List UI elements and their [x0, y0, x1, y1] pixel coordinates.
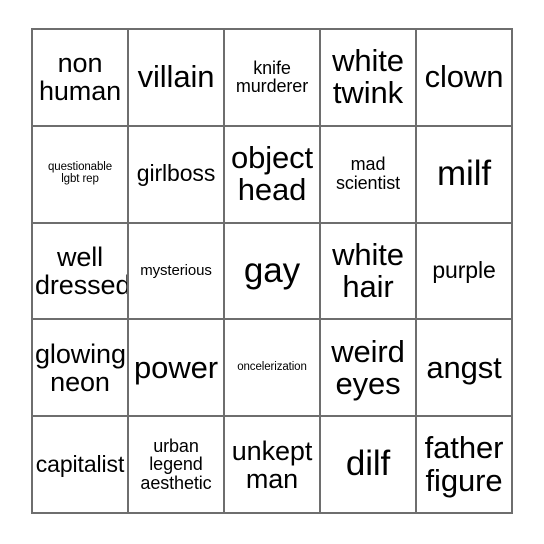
- bingo-cell-label: angst: [426, 349, 502, 385]
- bingo-cell-label: well dressed: [35, 241, 129, 300]
- bingo-cell-r1c2[interactable]: villain: [129, 30, 225, 127]
- bingo-cell-label: white hair: [332, 236, 404, 304]
- bingo-cell-r5c1[interactable]: capitalist: [33, 417, 129, 514]
- bingo-cell-label: knife murderer: [235, 57, 309, 97]
- bingo-cell-label: villain: [137, 59, 215, 95]
- bingo-cell-r3c4[interactable]: white hair: [321, 223, 417, 321]
- bingo-cell-r2c4[interactable]: mad scientist: [321, 126, 417, 224]
- bingo-cell-r3c5[interactable]: purple: [417, 223, 513, 321]
- bingo-cell-r1c1[interactable]: non human: [33, 30, 129, 127]
- bingo-cell-label: girlboss: [136, 160, 216, 187]
- bingo-cell-label: capitalist: [35, 450, 125, 477]
- bingo-cell-r4c1[interactable]: glowing neon: [33, 320, 129, 418]
- bingo-cell-label: oncelerization: [237, 360, 307, 373]
- bingo-cell-r1c3[interactable]: knife murderer: [225, 30, 321, 127]
- bingo-cell-label: unkept man: [231, 435, 313, 494]
- bingo-cell-r1c5[interactable]: clown: [417, 30, 513, 127]
- bingo-cell-label: weird eyes: [331, 333, 405, 401]
- bingo-cell-r4c4[interactable]: weird eyes: [321, 320, 417, 418]
- bingo-cell-r2c3[interactable]: object head: [225, 126, 321, 224]
- bingo-cell-label: questionable lgbt rep: [47, 161, 113, 186]
- bingo-card-grid: non human villain knife murderer white twin…: [31, 28, 513, 514]
- bingo-cell-r5c3[interactable]: unkept man: [225, 417, 321, 514]
- bingo-cell-r2c5[interactable]: milf: [417, 126, 513, 224]
- bingo-cell-label: power: [134, 349, 218, 385]
- bingo-cell-r2c1[interactable]: questionable lgbt rep: [33, 126, 129, 224]
- bingo-cell-label: white twink: [332, 43, 404, 111]
- bingo-cell-label: mysterious: [140, 262, 212, 280]
- bingo-cell-label: urban legend aesthetic: [140, 435, 212, 493]
- bingo-cell-r5c2[interactable]: urban legend aesthetic: [129, 417, 225, 514]
- bingo-cell-label: father figure: [424, 430, 504, 498]
- bingo-cell-label: purple: [432, 257, 496, 284]
- bingo-cell-r2c2[interactable]: girlboss: [129, 126, 225, 224]
- bingo-cell-r5c5[interactable]: father figure: [417, 417, 513, 514]
- bingo-cell-r1c4[interactable]: white twink: [321, 30, 417, 127]
- bingo-cell-label: object head: [230, 139, 314, 208]
- bingo-cell-r3c1[interactable]: well dressed: [33, 223, 129, 321]
- bingo-cell-label: gay: [243, 250, 301, 290]
- bingo-cell-r3c3[interactable]: gay: [225, 223, 321, 321]
- bingo-cell-label: non human: [38, 48, 122, 107]
- bingo-cell-r3c2[interactable]: mysterious: [129, 223, 225, 321]
- bingo-cell-label: glowing neon: [35, 338, 126, 397]
- bingo-cell-r4c3[interactable]: oncelerization: [225, 320, 321, 418]
- bingo-cell-r4c5[interactable]: angst: [417, 320, 513, 418]
- bingo-cell-label: dilf: [345, 444, 391, 484]
- bingo-cell-r5c4[interactable]: dilf: [321, 417, 417, 514]
- bingo-cell-r4c2[interactable]: power: [129, 320, 225, 418]
- bingo-cell-label: milf: [436, 154, 492, 193]
- bingo-cell-label: clown: [424, 59, 504, 95]
- bingo-cell-label: mad scientist: [335, 154, 401, 194]
